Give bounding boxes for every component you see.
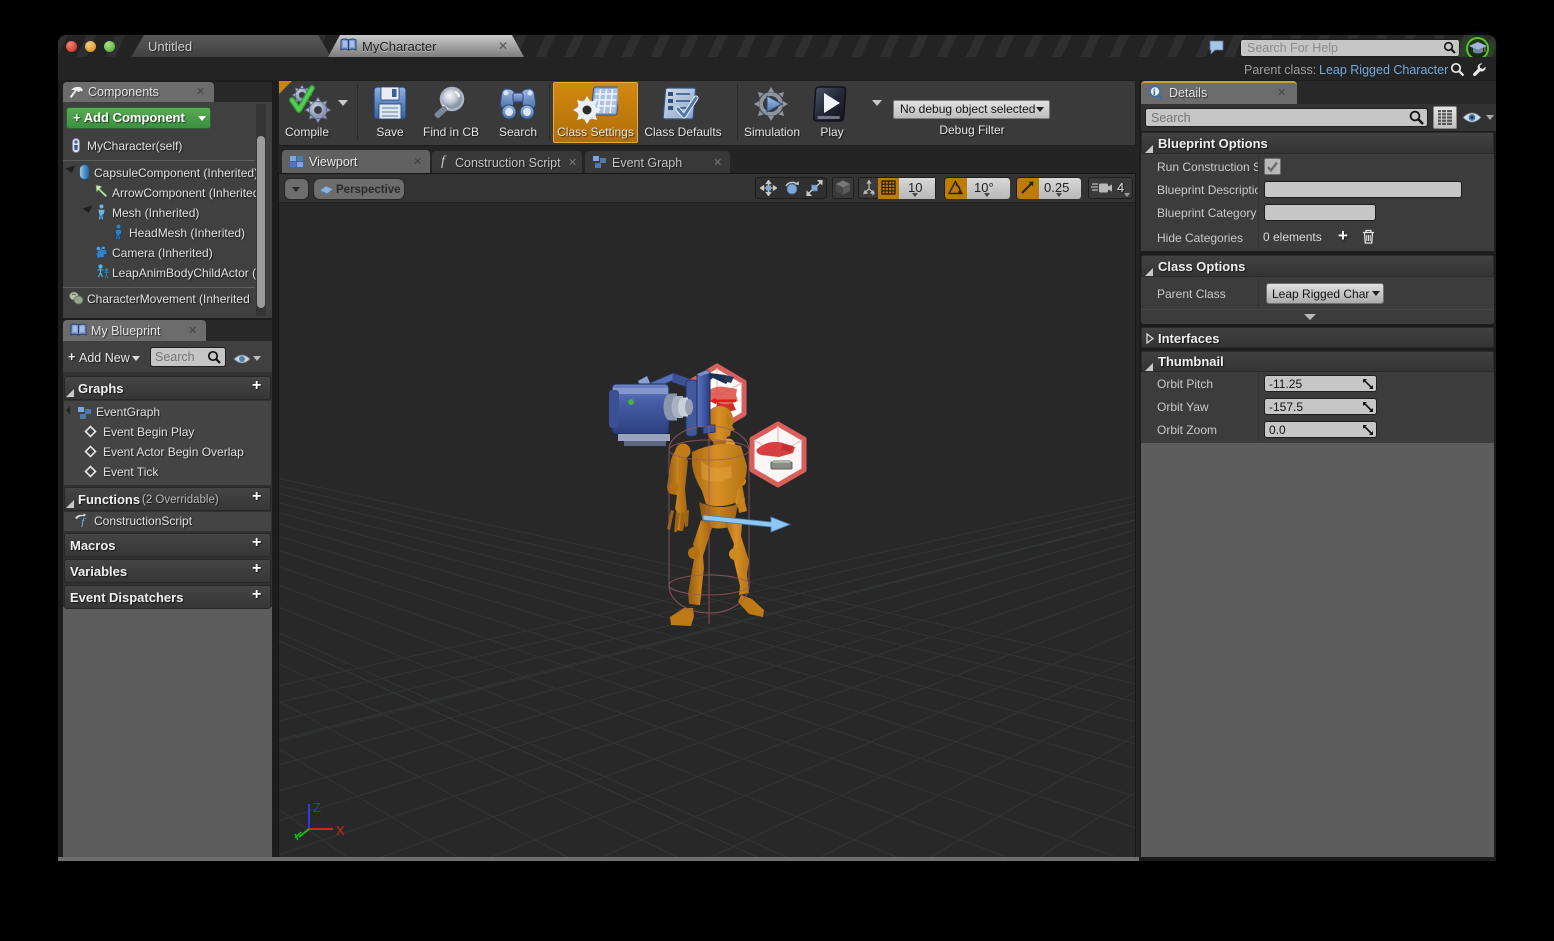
svg-text:f: f [81, 515, 86, 527]
svg-text:X: X [336, 823, 345, 838]
svg-text:f: f [441, 154, 447, 168]
svg-text:Z: Z [313, 800, 321, 815]
